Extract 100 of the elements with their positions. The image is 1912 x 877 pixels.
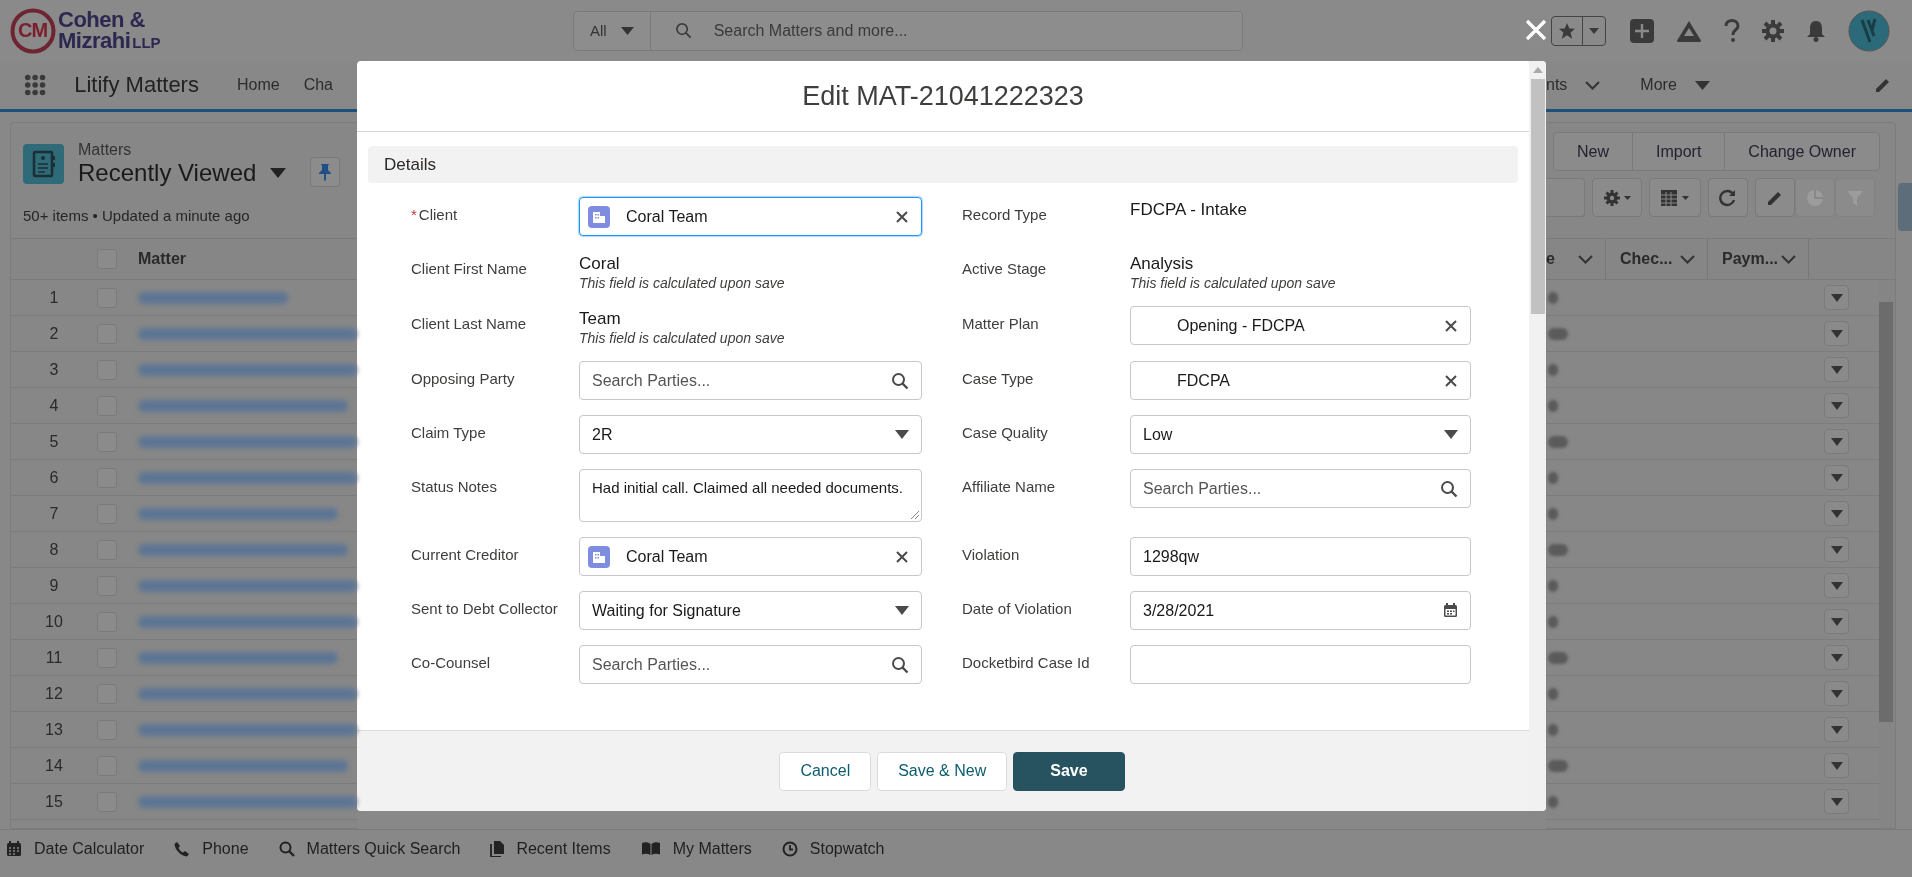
clear-icon[interactable]: [895, 549, 909, 564]
column-header[interactable]: Chec...: [1606, 239, 1708, 279]
nav-tab[interactable]: More: [1640, 76, 1677, 94]
clear-icon[interactable]: [895, 209, 909, 224]
caret-icon: [1830, 653, 1843, 662]
toolbar-button[interactable]: [1592, 178, 1642, 217]
blurred-text: [1548, 327, 1568, 340]
row-actions-button[interactable]: [1824, 321, 1849, 346]
nav-tab[interactable]: nts: [1546, 76, 1568, 94]
caret-icon[interactable]: [1694, 80, 1710, 90]
dialog-button[interactable]: Save & New: [877, 751, 1008, 791]
lookup-field[interactable]: Coral Team: [579, 197, 922, 236]
caret-icon[interactable]: [270, 168, 287, 178]
scrollbar[interactable]: [1529, 61, 1546, 811]
notes-field[interactable]: Had initial call. Claimed all needed documents.: [579, 469, 922, 522]
field-label: Affiliate Name: [962, 477, 1057, 497]
table-icon: [1660, 188, 1690, 207]
picklist-field[interactable]: Low: [1130, 415, 1471, 454]
column-header[interactable]: Matter: [138, 250, 186, 268]
row-actions-button[interactable]: [1824, 357, 1849, 382]
toolbar-button[interactable]: [1755, 178, 1795, 217]
object-label: Matters: [78, 141, 133, 159]
nav-tab[interactable]: Cha: [303, 76, 333, 94]
add-icon[interactable]: [1630, 18, 1654, 43]
favorites-button[interactable]: [1551, 15, 1606, 46]
search-field[interactable]: Search Parties...: [1130, 469, 1471, 508]
utility-item[interactable]: Date Calculator: [6, 839, 145, 858]
lookup-field[interactable]: FDCPA: [1130, 361, 1471, 400]
list-search-field[interactable]: [1546, 178, 1585, 217]
text-field[interactable]: 1298qw: [1130, 537, 1471, 576]
notification-bell-icon[interactable]: [1806, 19, 1826, 42]
search-field[interactable]: Search Parties...: [579, 361, 922, 400]
star-icon: [1558, 21, 1576, 40]
save-button[interactable]: Save: [1013, 751, 1125, 791]
resize-handle-icon[interactable]: [910, 510, 919, 519]
section-header[interactable]: Details: [368, 146, 1518, 183]
row-actions-button[interactable]: [1824, 717, 1849, 742]
app-launcher-icon[interactable]: [24, 73, 47, 97]
picklist-field[interactable]: Waiting for Signature: [579, 591, 922, 630]
phone-icon: [174, 840, 191, 857]
search-icon: [891, 655, 909, 674]
picklist-field[interactable]: 2R: [579, 415, 922, 454]
field-label: Current Creditor: [411, 545, 520, 565]
blurred-text: [1548, 363, 1558, 376]
caret-icon: [1444, 430, 1458, 439]
row-actions-button[interactable]: [1824, 645, 1849, 670]
settings-icon[interactable]: [1762, 19, 1784, 42]
pin-button[interactable]: [310, 157, 341, 187]
column-header[interactable]: e: [1546, 239, 1606, 279]
text-field[interactable]: [1130, 645, 1471, 684]
utility-item[interactable]: My Matters: [640, 839, 752, 858]
app-name: Litify Matters: [74, 72, 199, 98]
utility-item[interactable]: Phone: [174, 839, 249, 858]
avatar[interactable]: [1848, 9, 1890, 52]
row-actions-button[interactable]: [1824, 681, 1849, 706]
toolbar-button[interactable]: [1708, 178, 1748, 217]
chevron-down-icon[interactable]: [1585, 80, 1601, 90]
row-actions-button[interactable]: [1824, 393, 1849, 418]
search-field[interactable]: Search Parties...: [579, 645, 922, 684]
clear-icon[interactable]: [1444, 318, 1458, 333]
blurred-text: [1548, 471, 1558, 484]
utility-item[interactable]: Recent Items: [490, 839, 611, 858]
column-header[interactable]: Paym...: [1708, 239, 1809, 279]
toolbar-button[interactable]: [1649, 178, 1701, 217]
field-label: Client First Name: [411, 259, 528, 279]
row-actions-button[interactable]: [1824, 465, 1849, 490]
action-button[interactable]: Import: [1632, 132, 1726, 171]
date-field[interactable]: 3/28/2021: [1130, 591, 1471, 630]
nav-tab[interactable]: Home: [236, 76, 280, 94]
dialog-title: Edit MAT-21041222323: [802, 80, 1084, 112]
utility-item[interactable]: Matters Quick Search: [278, 839, 461, 858]
lookup-field[interactable]: Opening - FDCPA: [1130, 306, 1471, 345]
field-hint: This field is calculated upon save: [579, 275, 786, 291]
scroll-up-icon[interactable]: [1532, 67, 1543, 73]
row-actions-button[interactable]: [1824, 609, 1849, 634]
edit-icon[interactable]: [1874, 76, 1892, 94]
action-button[interactable]: Change Owner: [1724, 132, 1880, 171]
row-actions-button[interactable]: [1824, 501, 1849, 526]
row-actions-button[interactable]: [1824, 285, 1849, 310]
row-actions-button[interactable]: [1824, 573, 1849, 598]
caret-icon: [1830, 401, 1843, 410]
calendar-icon[interactable]: [1443, 603, 1458, 618]
record-icon: [588, 205, 610, 228]
blurred-text: [1548, 399, 1558, 412]
blurred-text: [1548, 579, 1558, 592]
row-actions-button[interactable]: [1824, 429, 1849, 454]
row-actions-button[interactable]: [1824, 753, 1849, 778]
row-actions-button[interactable]: [1824, 789, 1849, 814]
caret-icon: [1830, 437, 1843, 446]
action-button[interactable]: New: [1553, 132, 1633, 171]
dialog-button[interactable]: Cancel: [779, 751, 872, 791]
logo-monogram: CM: [18, 18, 48, 42]
clear-icon[interactable]: [1444, 373, 1458, 388]
row-actions-button[interactable]: [1824, 537, 1849, 562]
close-icon[interactable]: [1525, 19, 1547, 41]
help-icon[interactable]: [1724, 18, 1740, 43]
logo-suffix: LLP: [132, 33, 161, 51]
field-label: Docketbird Case Id: [962, 653, 1091, 673]
utility-item[interactable]: Stopwatch: [781, 839, 885, 858]
lookup-field[interactable]: Coral Team: [579, 537, 922, 576]
